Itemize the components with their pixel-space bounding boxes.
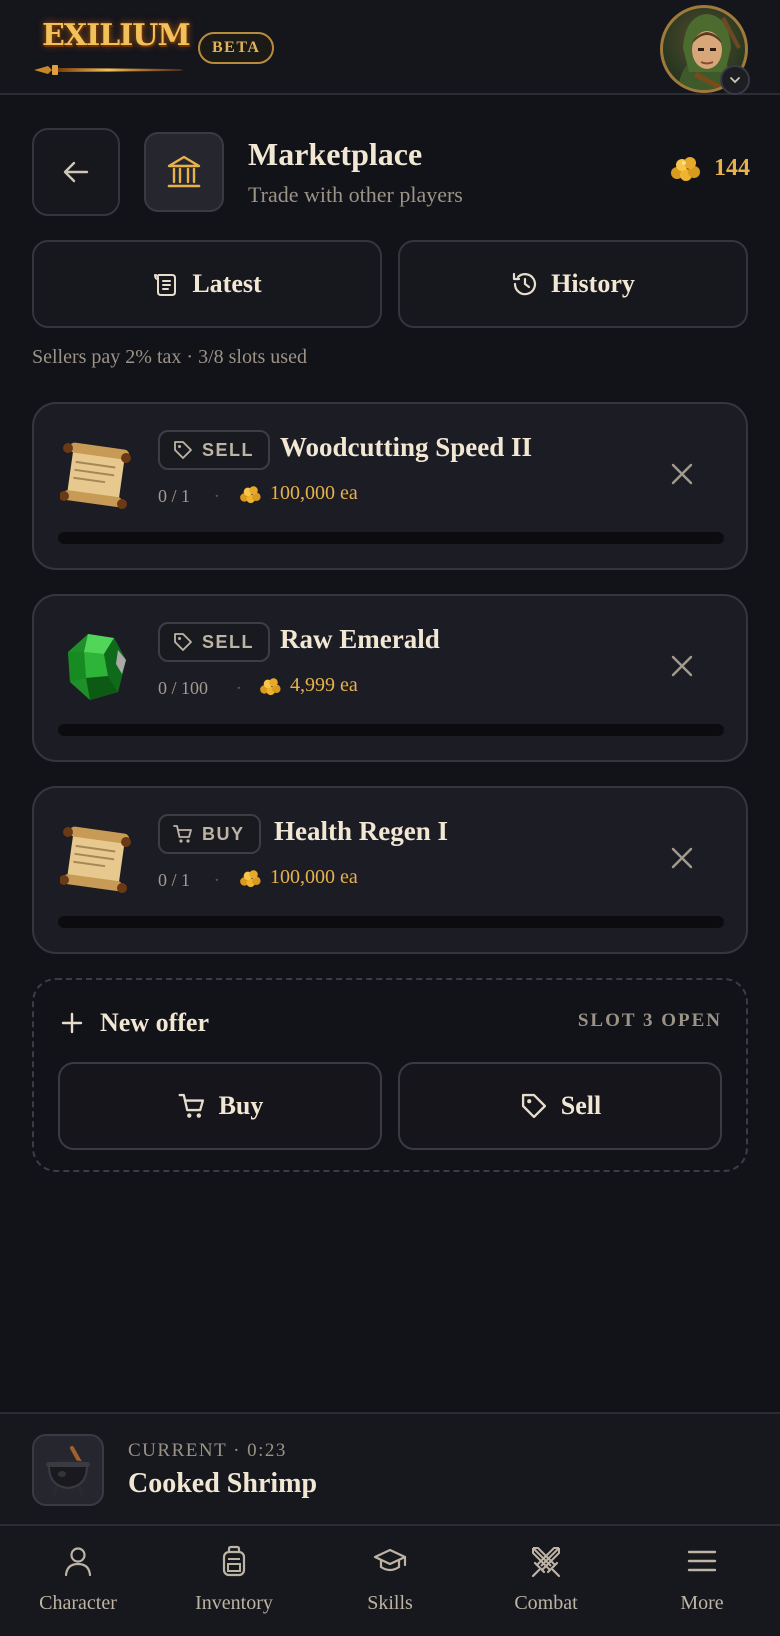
offer-quantity: 0 / 1 <box>158 486 191 506</box>
separator-dot: · <box>236 678 242 699</box>
gold-pile-icon <box>240 869 261 887</box>
offer-progress-bar <box>58 916 724 928</box>
tab-latest[interactable]: Latest <box>32 240 382 328</box>
offer-type-label: BUY <box>202 823 245 844</box>
cancel-offer-button[interactable] <box>664 456 700 492</box>
offer-quantity: 0 / 1 <box>158 870 191 890</box>
scroll-icon <box>154 274 177 296</box>
nav-item-skills[interactable]: Skills <box>312 1526 468 1636</box>
offer-item-name: Health Regen I <box>274 816 448 846</box>
chevron-down-icon <box>730 77 740 84</box>
logo-text: EXILIUM <box>42 18 191 53</box>
graduation-cap-icon <box>373 1548 407 1572</box>
tax-note: Sellers pay 2% tax · 3/8 slots used <box>32 346 307 368</box>
current-activity-label: CURRENT · 0:23 <box>128 1440 287 1461</box>
new-buy-offer-button[interactable]: Buy <box>58 1062 382 1150</box>
arrow-left-icon <box>63 161 89 183</box>
new-sell-offer-button[interactable]: Sell <box>398 1062 722 1150</box>
new-sell-label: Sell <box>560 1091 602 1120</box>
new-offer-heading: New offer <box>60 1008 209 1038</box>
scroll-item-icon <box>60 826 131 893</box>
page-title: Marketplace <box>248 136 423 172</box>
offer-price: 4,999 ea <box>258 674 358 697</box>
tab-latest-label: Latest <box>192 269 262 298</box>
tag-icon <box>174 441 192 459</box>
profile-menu-toggle[interactable] <box>720 65 750 95</box>
exilium-logo[interactable]: EXILIUM <box>34 14 191 76</box>
cart-icon <box>173 825 192 843</box>
offer-price: 100,000 ea <box>238 482 358 505</box>
gold-balance: 144 <box>668 154 750 182</box>
offer-type-badge: SELL <box>158 622 271 662</box>
nav-label-combat: Combat <box>514 1592 578 1614</box>
offer-card[interactable]: SELL Woodcutting Speed II 0 / 1 · 100,00… <box>32 402 748 570</box>
cart-icon <box>178 1093 204 1118</box>
new-offer-panel: New offer SLOT 3 OPEN Buy Sell <box>32 978 748 1172</box>
menu-icon <box>687 1550 717 1572</box>
offer-type-label: SELL <box>202 439 255 460</box>
scroll-item-icon <box>60 442 131 509</box>
nav-item-more[interactable]: More <box>624 1526 780 1636</box>
bank-icon <box>167 155 201 188</box>
slot-status: SLOT 3 OPEN <box>577 1010 722 1031</box>
offer-type-badge: SELL <box>158 430 271 470</box>
close-icon <box>671 655 693 677</box>
offer-price-value: 100,000 ea <box>270 866 358 888</box>
offer-item-name: Woodcutting Speed II <box>280 432 533 462</box>
offer-type-badge: BUY <box>158 814 261 854</box>
offer-price: 100,000 ea <box>238 866 358 889</box>
gold-amount: 144 <box>714 154 750 181</box>
page-subtitle: Trade with other players <box>248 182 463 207</box>
offer-card[interactable]: SELL Raw Emerald 0 / 100 · 4,999 ea <box>32 594 748 762</box>
top-bar: EXILIUM BETA <box>0 0 780 95</box>
tag-icon <box>521 1093 546 1119</box>
offer-quantity: 0 / 100 <box>158 678 209 698</box>
nav-label-inventory: Inventory <box>195 1592 273 1614</box>
current-activity-icon-box <box>32 1434 104 1506</box>
crossed-swords-icon <box>531 1547 561 1578</box>
bottom-nav: Character Inventory Skills Combat More <box>0 1524 780 1636</box>
nav-item-inventory[interactable]: Inventory <box>156 1526 312 1636</box>
gold-pile-icon <box>260 677 281 695</box>
new-offer-title: New offer <box>100 1008 209 1037</box>
current-activity-bar[interactable]: CURRENT · 0:23 Cooked Shrimp <box>0 1412 780 1524</box>
new-buy-label: Buy <box>218 1091 264 1120</box>
close-icon <box>671 463 693 485</box>
emerald-item-icon <box>68 634 126 700</box>
nav-label-character: Character <box>39 1592 117 1614</box>
beta-badge: BETA <box>198 32 275 64</box>
cancel-offer-button[interactable] <box>664 648 700 684</box>
separator-dot: · <box>214 486 220 507</box>
nav-item-character[interactable]: Character <box>0 1526 156 1636</box>
plus-icon <box>61 1012 83 1034</box>
close-icon <box>671 847 693 869</box>
separator-dot: · <box>214 870 220 891</box>
offer-type-label: SELL <box>202 631 255 652</box>
back-button[interactable] <box>32 128 120 216</box>
offer-progress-bar <box>58 532 724 544</box>
person-icon <box>64 1547 92 1577</box>
cancel-offer-button[interactable] <box>664 840 700 876</box>
offer-progress-bar <box>58 724 724 736</box>
offer-price-value: 4,999 ea <box>290 674 358 696</box>
nav-label-skills: Skills <box>367 1592 413 1614</box>
cauldron-icon <box>46 1446 90 1496</box>
marketplace-icon-box <box>144 132 224 212</box>
nav-label-more: More <box>680 1592 724 1614</box>
offer-price-value: 100,000 ea <box>270 482 358 504</box>
history-icon <box>513 272 537 296</box>
tab-history-label: History <box>551 269 635 298</box>
gold-pile-icon <box>240 485 261 503</box>
tag-icon <box>174 633 192 651</box>
offer-item-name: Raw Emerald <box>280 624 440 654</box>
nav-item-combat[interactable]: Combat <box>468 1526 624 1636</box>
gold-pile-icon <box>671 157 700 181</box>
sword-icon <box>34 65 184 75</box>
tab-history[interactable]: History <box>398 240 748 328</box>
offer-card[interactable]: BUY Health Regen I 0 / 1 · 100,000 ea <box>32 786 748 954</box>
backpack-icon <box>222 1545 246 1577</box>
current-activity-name: Cooked Shrimp <box>128 1468 318 1499</box>
